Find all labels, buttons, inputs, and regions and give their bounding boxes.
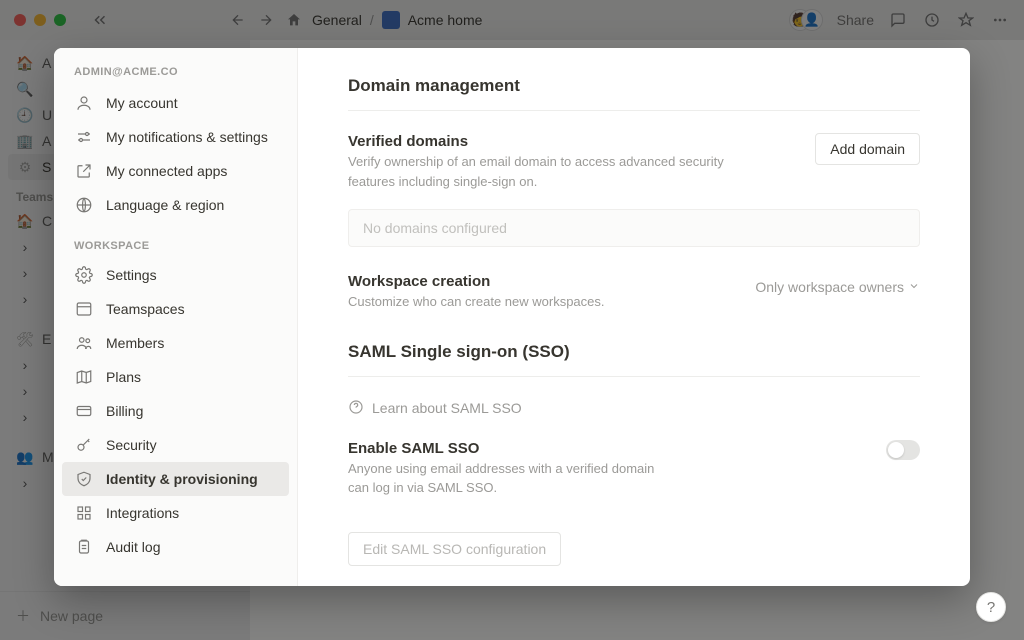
add-domain-button[interactable]: Add domain bbox=[815, 133, 920, 165]
card-icon bbox=[74, 401, 94, 421]
sidebar-item-integrations[interactable]: Integrations bbox=[62, 496, 289, 530]
workspace-creation-title: Workspace creation bbox=[348, 273, 605, 290]
account-email-label: ADMIN@ACME.CO bbox=[62, 66, 289, 86]
sidebar-item-billing[interactable]: Billing bbox=[62, 394, 289, 428]
sidebar-item-audit-log[interactable]: Audit log bbox=[62, 530, 289, 564]
sidebar-item-label: Security bbox=[106, 437, 157, 453]
enable-sso-row: Enable SAML SSO Anyone using email addre… bbox=[348, 440, 920, 498]
sidebar-item-settings[interactable]: Settings bbox=[62, 258, 289, 292]
edit-sso-config-button[interactable]: Edit SAML SSO configuration bbox=[348, 532, 561, 566]
external-link-icon bbox=[74, 161, 94, 181]
verified-domains-row: Verified domains Verify ownership of an … bbox=[348, 133, 920, 191]
sidebar-item-label: Plans bbox=[106, 369, 141, 385]
enable-sso-title: Enable SAML SSO bbox=[348, 440, 678, 457]
domains-empty-state: No domains configured bbox=[348, 209, 920, 247]
sidebar-item-label: Language & region bbox=[106, 197, 224, 213]
workspace-creation-row: Workspace creation Customize who can cre… bbox=[348, 273, 920, 312]
sidebar-item-label: Identity & provisioning bbox=[106, 471, 258, 487]
chevron-down-icon bbox=[908, 279, 920, 295]
sidebar-item-label: Billing bbox=[106, 403, 143, 419]
gear-icon bbox=[74, 265, 94, 285]
sidebar-item-plans[interactable]: Plans bbox=[62, 360, 289, 394]
help-circle-icon bbox=[348, 399, 364, 418]
sidebar-item-label: Teamspaces bbox=[106, 301, 185, 317]
sidebar-section-workspace: WORKSPACE bbox=[62, 222, 289, 258]
sidebar-item-label: My connected apps bbox=[106, 163, 227, 179]
shield-check-icon bbox=[74, 469, 94, 489]
sidebar-item-label: Audit log bbox=[106, 539, 160, 555]
sidebar-item-members[interactable]: Members bbox=[62, 326, 289, 360]
sidebar-item-my-notifications[interactable]: My notifications & settings bbox=[62, 120, 289, 154]
sidebar-item-label: My notifications & settings bbox=[106, 129, 268, 145]
sidebar-item-label: Integrations bbox=[106, 505, 179, 521]
enable-sso-toggle[interactable] bbox=[886, 440, 920, 460]
learn-sso-label: Learn about SAML SSO bbox=[372, 400, 522, 416]
select-value: Only workspace owners bbox=[755, 279, 904, 295]
settings-modal: ADMIN@ACME.CO My account My notification… bbox=[54, 48, 970, 586]
sidebar-item-my-account[interactable]: My account bbox=[62, 86, 289, 120]
sso-section: SAML Single sign-on (SSO) Learn about SA… bbox=[348, 342, 920, 566]
enable-sso-desc: Anyone using email addresses with a veri… bbox=[348, 459, 678, 498]
sidebar-item-label: My account bbox=[106, 95, 178, 111]
settings-sidebar: ADMIN@ACME.CO My account My notification… bbox=[54, 48, 298, 586]
sidebar-item-label: Members bbox=[106, 335, 164, 351]
page-title: Domain management bbox=[348, 76, 920, 96]
teamspace-icon bbox=[74, 299, 94, 319]
help-label: ? bbox=[987, 599, 995, 616]
workspace-creation-desc: Customize who can create new workspaces. bbox=[348, 292, 605, 312]
key-icon bbox=[74, 435, 94, 455]
verified-domains-desc: Verify ownership of an email domain to a… bbox=[348, 152, 748, 191]
people-icon bbox=[74, 333, 94, 353]
avatar-icon bbox=[74, 93, 94, 113]
sidebar-item-teamspaces[interactable]: Teamspaces bbox=[62, 292, 289, 326]
sidebar-item-connected-apps[interactable]: My connected apps bbox=[62, 154, 289, 188]
divider bbox=[348, 110, 920, 111]
clipboard-icon bbox=[74, 537, 94, 557]
sso-title: SAML Single sign-on (SSO) bbox=[348, 342, 920, 362]
settings-content: Domain management Verified domains Verif… bbox=[298, 48, 970, 586]
sidebar-item-identity-provisioning[interactable]: Identity & provisioning bbox=[62, 462, 289, 496]
sidebar-item-language[interactable]: Language & region bbox=[62, 188, 289, 222]
verified-domains-title: Verified domains bbox=[348, 133, 748, 150]
sidebar-item-security[interactable]: Security bbox=[62, 428, 289, 462]
sidebar-item-label: Settings bbox=[106, 267, 157, 283]
map-icon bbox=[74, 367, 94, 387]
globe-icon bbox=[74, 195, 94, 215]
divider bbox=[348, 376, 920, 377]
grid-icon bbox=[74, 503, 94, 523]
learn-sso-link[interactable]: Learn about SAML SSO bbox=[348, 399, 920, 418]
sliders-icon bbox=[74, 127, 94, 147]
workspace-creation-select[interactable]: Only workspace owners bbox=[755, 273, 920, 295]
help-button[interactable]: ? bbox=[976, 592, 1006, 622]
